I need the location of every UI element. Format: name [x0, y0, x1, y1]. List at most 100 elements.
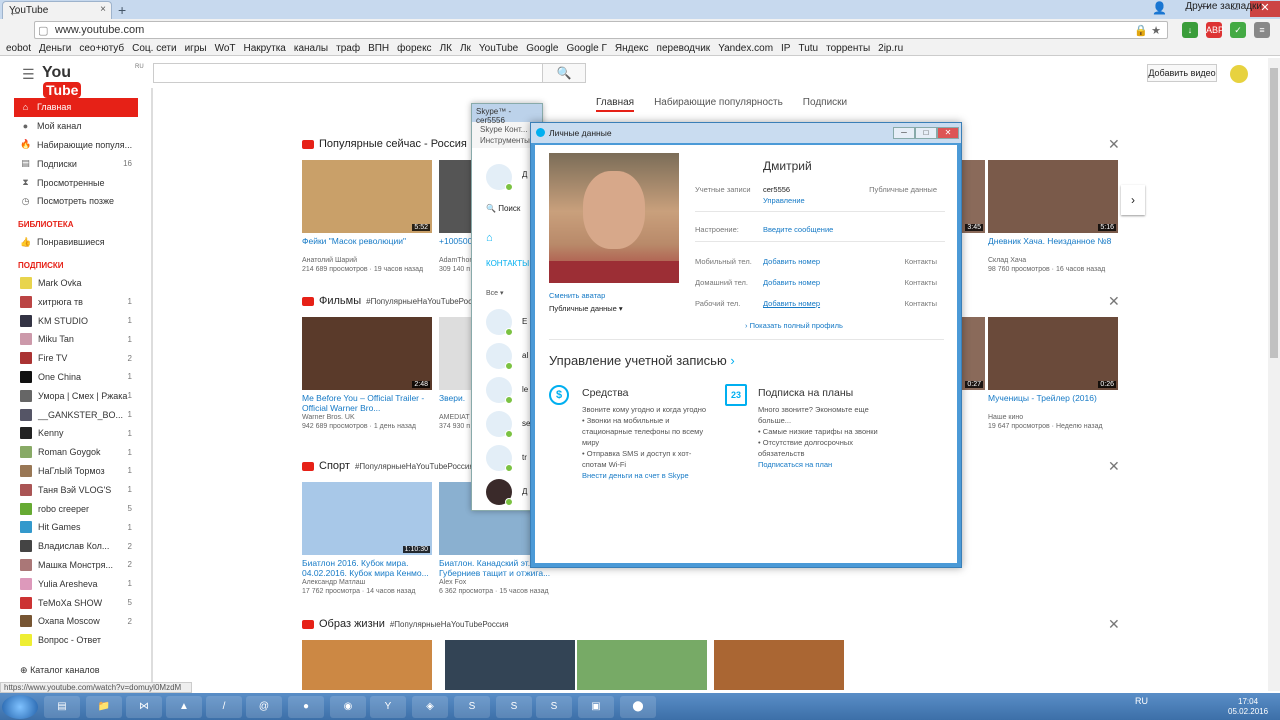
contact-name[interactable]: Д	[522, 487, 527, 496]
subscription-item[interactable]: Roman Goygok 1	[14, 443, 138, 462]
bookmark-item[interactable]: 2ip.ru	[878, 43, 903, 54]
taskbar-app-icon[interactable]: ▤	[44, 696, 80, 718]
extension-icon[interactable]: ✓	[1230, 22, 1246, 38]
close-icon[interactable]: ✕	[937, 127, 959, 139]
mobile-visibility[interactable]: Контакты	[857, 257, 937, 266]
video-thumbnail[interactable]	[302, 640, 432, 690]
menu-icon[interactable]: ≡	[1254, 22, 1270, 38]
video-thumbnail[interactable]	[577, 640, 707, 690]
video-thumbnail[interactable]: 0:26	[988, 317, 1118, 390]
subscription-item[interactable]: Владислав Кол... 2	[14, 537, 138, 556]
account-avatar[interactable]	[1230, 65, 1248, 83]
dismiss-shelf-icon[interactable]: ✕	[1108, 136, 1120, 153]
guide-menu-icon[interactable]: ☰	[22, 66, 35, 83]
vs-icon[interactable]: ⋈	[126, 696, 162, 718]
subscription-item[interactable]: ТеМоХа SHOW 5	[14, 593, 138, 612]
page-scrollbar[interactable]	[1268, 58, 1280, 691]
accounts-visibility[interactable]: Публичные данные	[857, 185, 937, 194]
subscription-item[interactable]: Hit Games 1	[14, 518, 138, 537]
visibility-dropdown[interactable]: Публичные данные ▾	[549, 304, 623, 313]
upload-button[interactable]: Добавить видео	[1147, 64, 1217, 82]
new-tab-button[interactable]: +	[118, 2, 126, 18]
video-title[interactable]: Дневник Хача. Неизданное №8	[988, 236, 1118, 246]
app-icon[interactable]: ▲	[166, 696, 202, 718]
video-thumbnail[interactable]	[445, 640, 575, 690]
other-bookmarks[interactable]: Другие закладки	[1185, 1, 1262, 12]
bookmark-item[interactable]: ЛК	[440, 43, 452, 54]
bookmark-item[interactable]: Google Г	[566, 43, 606, 54]
scrollbar-thumb[interactable]	[1270, 68, 1278, 358]
folder-icon[interactable]: ◈	[412, 696, 448, 718]
contact-avatar[interactable]	[486, 411, 513, 438]
menu-skype[interactable]: Skype	[480, 125, 502, 134]
sidebar-item[interactable]: 🔥 Набирающие популя...	[14, 136, 138, 155]
add-mobile-link[interactable]: Добавить номер	[763, 257, 820, 266]
contact-avatar[interactable]	[486, 445, 513, 472]
video-thumbnail[interactable]: 0:27	[960, 317, 985, 390]
video-channel[interactable]: Warner Bros. UK	[302, 413, 432, 422]
add-home-link[interactable]: Добавить номер	[763, 278, 820, 287]
sidebar-item[interactable]: ● Мой канал	[14, 117, 138, 136]
bookmark-item[interactable]: IP	[781, 43, 790, 54]
sidebar-item[interactable]: ◷ Посмотреть позже	[14, 192, 138, 211]
chrome-icon[interactable]: ◉	[330, 696, 366, 718]
bookmark-item[interactable]: торренты	[826, 43, 870, 54]
channel-catalog-link[interactable]: ⊕ Каталог каналов	[20, 665, 100, 676]
menu-contacts[interactable]: Конт...	[504, 125, 527, 134]
subscription-item[interactable]: KM STUDIO 1	[14, 311, 138, 330]
adblock-icon[interactable]: ABP	[1206, 22, 1224, 38]
video-channel[interactable]: Alex Fox	[439, 578, 569, 587]
yandex-browser-icon[interactable]: Y	[370, 696, 406, 718]
bookmark-item[interactable]: игры	[185, 43, 207, 54]
contact-avatar[interactable]	[486, 377, 513, 404]
add-work-link[interactable]: Добавить номер	[763, 299, 820, 308]
contact-avatar[interactable]	[486, 479, 513, 506]
sidebar-scrollbar[interactable]	[151, 88, 153, 688]
shelf-title[interactable]: Фильмы #ПопулярныеНаYouTubeРоссия	[302, 295, 485, 307]
subscription-item[interactable]: Умора | Смех | Ржака 1	[14, 386, 138, 405]
video-channel[interactable]: Склад Хача	[988, 256, 1118, 265]
pen-icon[interactable]: /	[206, 696, 242, 718]
close-tab-icon[interactable]: ×	[100, 4, 106, 15]
video-channel[interactable]: Анатолий Шарий	[302, 256, 432, 265]
subscription-item[interactable]: Miku Tan 1	[14, 330, 138, 349]
user-profile-icon[interactable]: 👤	[1152, 1, 1167, 15]
sidebar-item[interactable]: ▤ Подписки 16	[14, 154, 138, 173]
skype-taskbar-icon[interactable]: S	[536, 696, 572, 718]
video-thumbnail[interactable]: 1:10:30	[302, 482, 432, 555]
manage-link[interactable]: Управление	[763, 196, 805, 205]
bookmark-item[interactable]: траф	[336, 43, 360, 54]
subscription-item[interactable]: Yulia Aresheva 1	[14, 574, 138, 593]
subscription-item[interactable]: Mark Ovka	[14, 274, 138, 293]
maximize-icon[interactable]: □	[915, 127, 937, 139]
skype-search[interactable]: 🔍 Поиск	[486, 204, 520, 213]
download-icon[interactable]: ↓	[1182, 22, 1198, 38]
my-avatar[interactable]	[486, 164, 513, 191]
back-arrow-icon[interactable]: ←	[8, 3, 22, 19]
tab-home[interactable]: Главная	[596, 97, 635, 112]
subscription-item[interactable]: Таня Вэй VLOG'S 1	[14, 480, 138, 499]
video-title[interactable]: Me Before You – Official Trailer - Offic…	[302, 393, 432, 413]
shelf-title[interactable]: Образ жизни #ПопулярныеНаYouTubeРоссия	[302, 618, 509, 630]
show-full-profile-link[interactable]: › Показать полный профиль	[745, 321, 843, 330]
tor-icon[interactable]: ●	[288, 696, 324, 718]
subscription-item[interactable]: НаГлЫй Тормоз 1	[14, 462, 138, 481]
contact-name[interactable]: al	[522, 351, 528, 360]
dismiss-shelf-icon[interactable]: ✕	[1108, 616, 1120, 633]
home-icon[interactable]: ⌂	[486, 232, 493, 244]
subscription-item[interactable]: robo creeper 5	[14, 499, 138, 518]
sidebar-item[interactable]: ⌂ Главная	[14, 98, 138, 117]
bookmark-item[interactable]: каналы	[294, 43, 328, 54]
search-input[interactable]	[153, 63, 543, 83]
contact-name[interactable]: tr	[522, 453, 527, 462]
work-visibility[interactable]: Контакты	[857, 299, 937, 308]
minimize-icon[interactable]: ─	[893, 127, 915, 139]
bookmark-item[interactable]: Накрутка	[244, 43, 286, 54]
video-thumbnail[interactable]: 3:45	[960, 160, 985, 233]
youtube-logo[interactable]: YouTube RU	[42, 64, 144, 98]
bookmark-item[interactable]: YouTube	[479, 43, 518, 54]
bookmark-item[interactable]: Yandex.com	[718, 43, 773, 54]
contact-name[interactable]: le	[522, 385, 528, 394]
subscription-item[interactable]: One China 1	[14, 368, 138, 387]
search-button[interactable]: 🔍	[542, 63, 586, 83]
